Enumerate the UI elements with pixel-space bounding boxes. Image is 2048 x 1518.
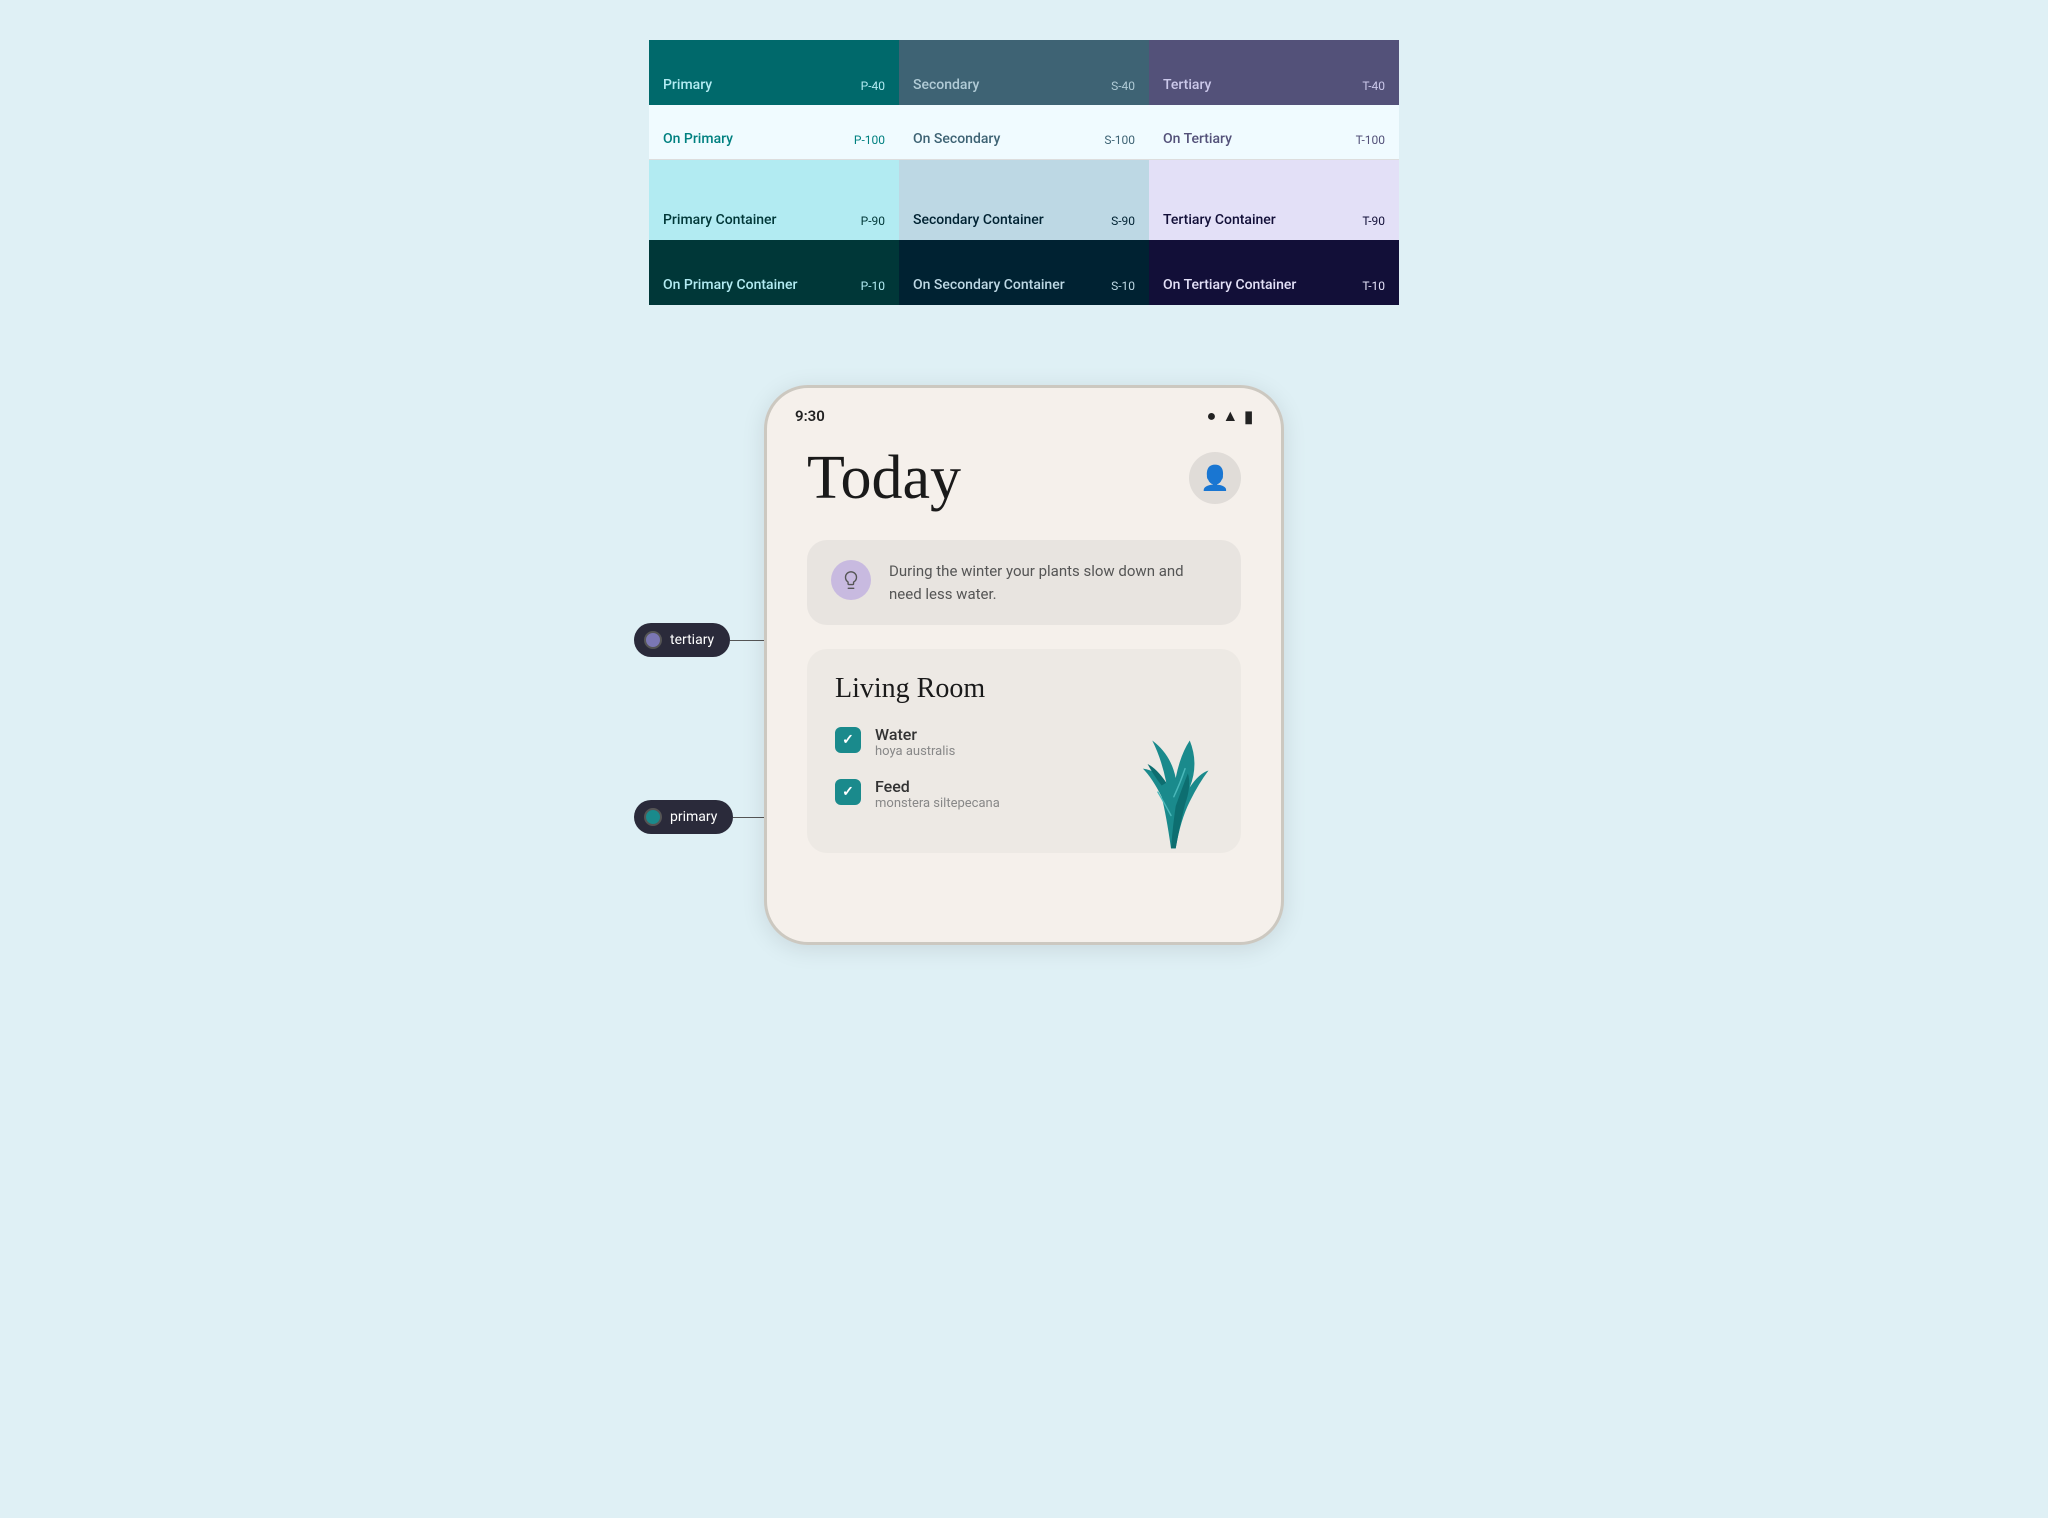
- color-code: T-100: [1356, 133, 1385, 147]
- color-code: P-10: [861, 279, 885, 293]
- checkmark-icon-2: ✓: [842, 784, 854, 800]
- color-code: T-10: [1362, 279, 1385, 293]
- color-cell-r3-c1: On Secondary Container S-10: [899, 240, 1149, 305]
- color-cell-r1-c1: On Secondary S-100: [899, 105, 1149, 160]
- color-label: On Primary Container: [663, 277, 797, 293]
- primary-badge: primary: [634, 800, 733, 834]
- color-cell-r2-c0: Primary Container P-90: [649, 160, 899, 240]
- task-name-2: Feed: [875, 777, 1000, 796]
- color-label: On Secondary: [913, 131, 1000, 147]
- color-cell-r1-c2: On Tertiary T-100: [1149, 105, 1399, 160]
- color-label: On Secondary Container: [913, 277, 1065, 293]
- color-cell-r0-c0: Primary P-40: [649, 40, 899, 105]
- task-name-1: Water: [875, 725, 955, 744]
- color-code: T-40: [1362, 79, 1385, 93]
- color-label: Primary Container: [663, 212, 777, 228]
- tertiary-label: tertiary: [670, 632, 714, 648]
- color-code: T-90: [1362, 214, 1385, 228]
- task-subtitle-1: hoya australis: [875, 744, 955, 759]
- color-label: Secondary Container: [913, 212, 1044, 228]
- task-text-2: Feed monstera siltepecana: [875, 777, 1000, 811]
- tertiary-dot: [644, 631, 662, 649]
- color-code: S-90: [1111, 214, 1135, 228]
- color-cell-r2-c2: Tertiary Container T-90: [1149, 160, 1399, 240]
- color-cell-r2-c1: Secondary Container S-90: [899, 160, 1149, 240]
- task-subtitle-2: monstera siltepecana: [875, 796, 1000, 811]
- color-label: On Tertiary: [1163, 131, 1232, 147]
- color-label: Tertiary: [1163, 77, 1211, 93]
- page-title: Today: [807, 444, 961, 512]
- status-time: 9:30: [795, 407, 825, 425]
- color-code: S-10: [1111, 279, 1135, 293]
- status-bar: 9:30 ● ▲ ▮: [767, 388, 1281, 434]
- color-code: P-100: [854, 133, 885, 147]
- checkbox-1[interactable]: ✓: [835, 727, 861, 753]
- plant-illustration: [1111, 703, 1231, 853]
- color-code: S-40: [1111, 79, 1135, 93]
- color-code: P-40: [861, 79, 885, 93]
- color-cell-r1-c0: On Primary P-100: [649, 105, 899, 160]
- task-text-1: Water hoya australis: [875, 725, 955, 759]
- phone-header: Today 👤: [807, 444, 1241, 512]
- color-palette-grid: Primary P-40 Secondary S-40 Tertiary T-40 On P…: [649, 40, 1399, 305]
- color-label: On Primary: [663, 131, 733, 147]
- phone-content: Today 👤 During the winter your plants sl…: [767, 434, 1281, 893]
- color-label: Tertiary Container: [1163, 212, 1276, 228]
- tip-text: During the winter your plants slow down …: [889, 560, 1217, 605]
- battery-icon: ▮: [1244, 407, 1253, 426]
- checkbox-2[interactable]: ✓: [835, 779, 861, 805]
- color-cell-r3-c2: On Tertiary Container T-10: [1149, 240, 1399, 305]
- primary-label: primary: [670, 809, 717, 825]
- color-label: Primary: [663, 77, 712, 93]
- bulb-icon: [831, 560, 871, 600]
- status-icons: ● ▲ ▮: [1207, 406, 1253, 426]
- tertiary-badge: tertiary: [634, 623, 730, 657]
- color-cell-r0-c2: Tertiary T-40: [1149, 40, 1399, 105]
- primary-dot: [644, 808, 662, 826]
- avatar-button[interactable]: 👤: [1189, 452, 1241, 504]
- signal-icon: ▲: [1222, 406, 1238, 426]
- room-card: Living Room ✓ Water hoya australis ✓: [807, 649, 1241, 853]
- color-cell-r3-c0: On Primary Container P-10: [649, 240, 899, 305]
- wifi-icon: ●: [1207, 406, 1217, 426]
- person-icon: 👤: [1200, 464, 1230, 492]
- room-title: Living Room: [835, 673, 1213, 705]
- color-label: Secondary: [913, 77, 979, 93]
- color-cell-r0-c1: Secondary S-40: [899, 40, 1149, 105]
- color-label: On Tertiary Container: [1163, 277, 1296, 293]
- phone-frame: 9:30 ● ▲ ▮ Today 👤: [764, 385, 1284, 945]
- tip-card: During the winter your plants slow down …: [807, 540, 1241, 625]
- color-code: P-90: [861, 214, 885, 228]
- color-code: S-100: [1104, 133, 1135, 147]
- phone-mockup: tertiary primary 9:30 ● ▲ ▮ Today: [764, 385, 1284, 945]
- checkmark-icon-1: ✓: [842, 732, 854, 748]
